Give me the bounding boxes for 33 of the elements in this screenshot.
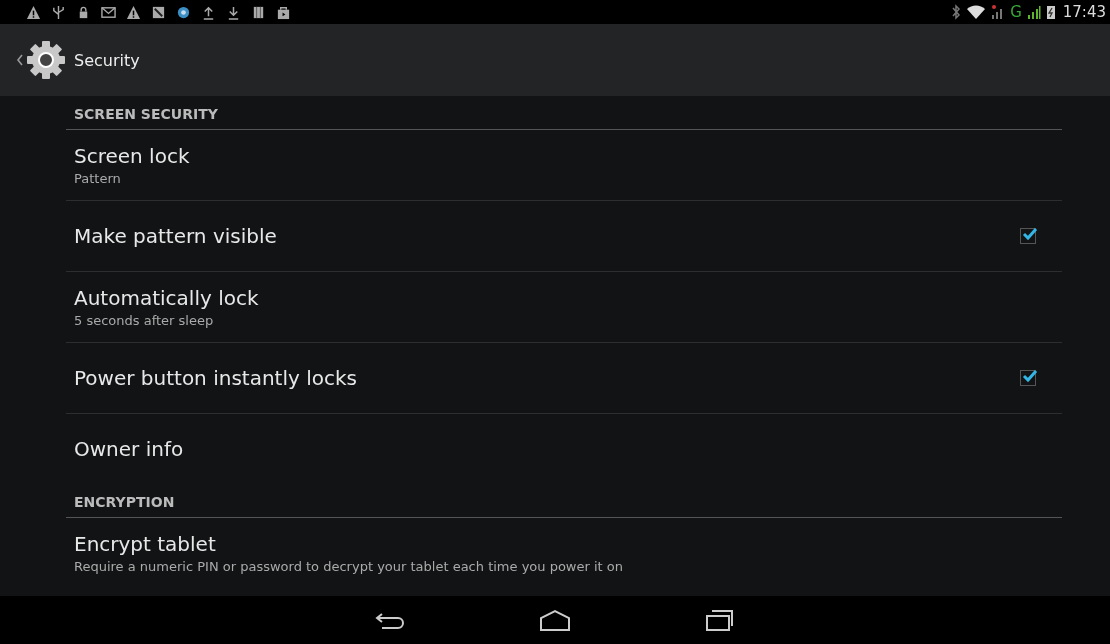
- warning-icon: [26, 4, 41, 20]
- mail-icon: [101, 4, 116, 20]
- bluetooth-icon: [951, 4, 962, 20]
- image-icon: [151, 4, 166, 20]
- setting-summary: 5 seconds after sleep: [74, 313, 215, 328]
- upload-icon: [201, 4, 216, 20]
- setting-title[interactable]: Power button instantly locks: [74, 366, 1020, 390]
- network-type: G: [1010, 4, 1022, 20]
- circle-icon: [176, 4, 191, 20]
- gear-icon: [26, 40, 66, 80]
- setting-title[interactable]: Automatically lock: [74, 286, 1036, 310]
- setting-title[interactable]: Make pattern visible: [74, 224, 1020, 248]
- signal-icon: [1026, 4, 1041, 20]
- up-button[interactable]: [16, 40, 66, 80]
- setting-title[interactable]: Screen lock: [74, 144, 1036, 168]
- battery-icon: [1045, 4, 1056, 20]
- setting-summary: Pattern: [74, 171, 122, 186]
- usb-icon: [51, 4, 66, 20]
- setting-title[interactable]: Owner info: [74, 437, 1036, 461]
- warning-icon: [126, 4, 141, 20]
- sd-card-icon: [251, 4, 266, 20]
- checkbox[interactable]: [1020, 228, 1036, 244]
- checkbox[interactable]: [1020, 370, 1036, 386]
- download-icon: [226, 4, 241, 20]
- section-header: SCREEN SECURITY: [66, 96, 1062, 130]
- bag-icon: [276, 4, 291, 20]
- wifi-icon: [966, 4, 987, 20]
- section-header: ENCRYPTION: [66, 484, 1062, 518]
- screen-title: Security: [74, 50, 140, 70]
- setting-title[interactable]: Encrypt tablet: [74, 532, 1036, 556]
- clock-time: 17:43: [1062, 3, 1106, 21]
- caret-icon: [16, 53, 24, 67]
- setting-summary: Require a numeric PIN or password to decrypt your tablet each time you power it on: [74, 559, 624, 574]
